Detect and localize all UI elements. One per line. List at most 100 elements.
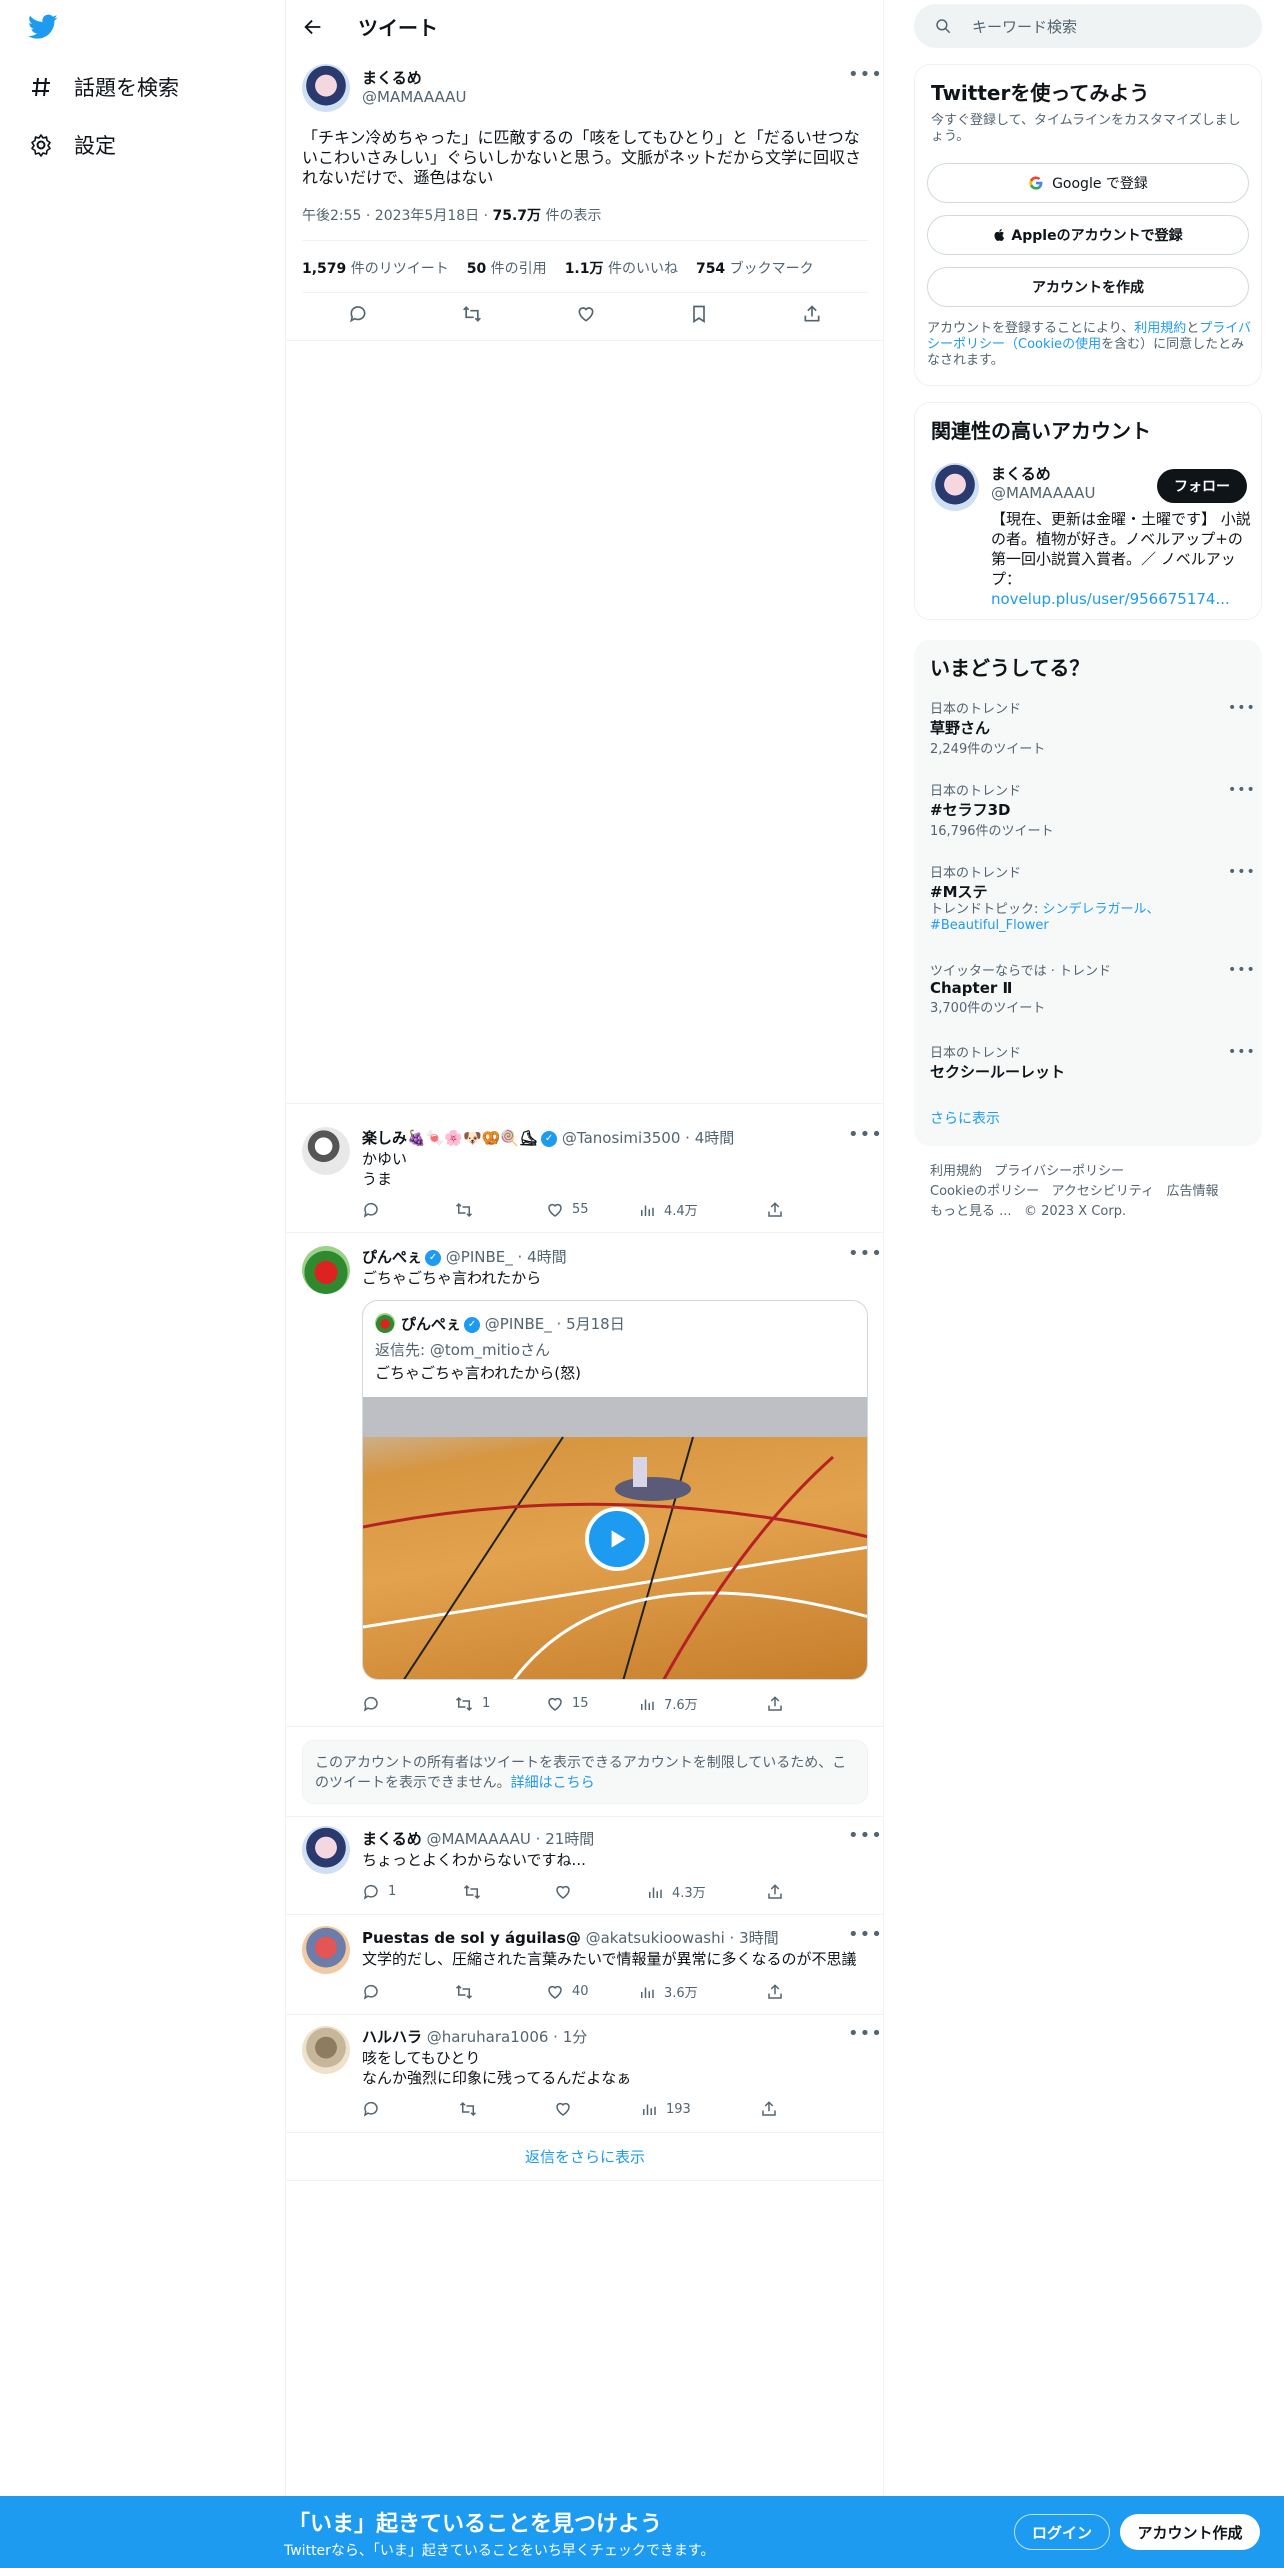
avatar[interactable] <box>931 463 979 511</box>
more-options-icon[interactable]: ••• <box>848 1243 883 1264</box>
like-button[interactable]: 40 <box>546 1983 638 2001</box>
reply-author-handle[interactable]: @MAMAAAAU <box>426 1830 530 1848</box>
avatar[interactable] <box>302 1926 350 1974</box>
trend-item[interactable]: 日本のトレンド セクシールーレット <box>930 1042 1246 1082</box>
retweet-button[interactable] <box>462 1883 554 1901</box>
views-button[interactable]: 4.4万 <box>638 1200 766 1219</box>
more-options-icon[interactable]: ••• <box>1228 1044 1256 1060</box>
author-name[interactable]: まくるめ <box>362 67 422 88</box>
more-options-icon[interactable]: ••• <box>1228 962 1256 978</box>
retweet-button[interactable] <box>454 1983 546 2001</box>
share-button[interactable] <box>766 1883 784 1901</box>
reply-author-name[interactable]: Puestas de sol y águilas@ <box>362 1929 581 1947</box>
apple-signup-button[interactable]: Appleのアカウントで登録 <box>927 215 1249 255</box>
trend-item[interactable]: 日本のトレンド #Mステ トレンドトピック: シンデレラガール、#Beautif… <box>930 862 1170 934</box>
bookmark-icon[interactable] <box>689 304 709 324</box>
reply-icon[interactable] <box>348 304 368 324</box>
retweets-stat[interactable]: 1,579 件のリツイート <box>302 258 449 278</box>
reply-author-handle[interactable]: @akatsukioowashi <box>586 1929 725 1947</box>
related-name[interactable]: まくるめ <box>991 463 1051 484</box>
quotes-stat[interactable]: 50 件の引用 <box>467 258 547 278</box>
reply-button[interactable] <box>362 1201 454 1219</box>
show-more-trends-link[interactable]: さらに表示 <box>930 1108 1000 1128</box>
footer-accessibility-link[interactable]: アクセシビリティ <box>1052 1184 1155 1199</box>
avatar[interactable] <box>302 1246 350 1294</box>
share-button[interactable] <box>760 2100 778 2118</box>
reply-time[interactable]: · 4時間 <box>513 1248 567 1266</box>
reply-author-handle[interactable]: @haruhara1006 <box>427 2028 549 2046</box>
reply-time[interactable]: · 21時間 <box>531 1830 595 1848</box>
views-button[interactable]: 193 <box>640 2100 760 2118</box>
bio-link[interactable]: novelup.plus/user/956675174... <box>991 590 1230 608</box>
footer-more-link[interactable]: もっと見る ... <box>930 1204 1012 1219</box>
retweet-button[interactable]: 1 <box>454 1695 546 1713</box>
back-arrow-icon[interactable] <box>302 16 324 38</box>
nav-settings[interactable]: 設定 <box>28 130 116 160</box>
footer-cookie-link[interactable]: Cookieのポリシー <box>930 1184 1039 1199</box>
follow-button[interactable]: フォロー <box>1157 469 1247 503</box>
more-options-icon[interactable]: ••• <box>848 64 883 85</box>
reply-time[interactable]: · 4時間 <box>680 1129 734 1147</box>
views-button[interactable]: 7.6万 <box>638 1694 766 1713</box>
reply-to-handle[interactable]: @tom_mitio <box>430 1341 520 1359</box>
trend-item[interactable]: ツイッターならでは · トレンド Chapter Ⅱ 3,700件のツイート <box>930 960 1246 1016</box>
reply-author-name[interactable]: 楽しみ🍇🍬🌸🐶🥨🍭⛸ <box>362 1129 538 1147</box>
share-icon[interactable] <box>802 304 822 324</box>
retweet-icon[interactable] <box>461 304 483 324</box>
google-signup-button[interactable]: Google で登録 <box>927 163 1249 203</box>
quote-tweet[interactable]: ぴんぺぇ ✓ @PINBE_ · 5月18日 返信先: @tom_mitioさん … <box>362 1300 868 1680</box>
reply-button[interactable]: 1 <box>362 1883 462 1901</box>
retweet-button[interactable] <box>458 2100 554 2118</box>
footer-terms-link[interactable]: 利用規約 <box>930 1164 982 1179</box>
views-button[interactable]: 3.6万 <box>638 1982 766 2001</box>
reply-time[interactable]: · 1分 <box>548 2028 587 2046</box>
share-button[interactable] <box>766 1983 784 2001</box>
more-options-icon[interactable]: ••• <box>848 2023 883 2044</box>
author-handle[interactable]: @MAMAAAAU <box>362 88 466 106</box>
trend-item[interactable]: 日本のトレンド 草野さん 2,249件のツイート <box>930 698 1246 757</box>
retweet-button[interactable] <box>454 1201 546 1219</box>
learn-more-link[interactable]: 詳細はこちら <box>511 1775 595 1791</box>
share-button[interactable] <box>766 1201 784 1219</box>
reply-author-handle[interactable]: @Tanosimi3500 <box>562 1129 681 1147</box>
reply-button[interactable] <box>362 1695 454 1713</box>
related-handle[interactable]: @MAMAAAAU <box>991 484 1095 502</box>
trend-item[interactable]: 日本のトレンド #セラフ3D 16,796件のツイート <box>930 780 1246 839</box>
like-button[interactable]: 15 <box>546 1695 638 1713</box>
nav-explore[interactable]: 話題を検索 <box>28 72 179 102</box>
reply-author-name[interactable]: ぴんぺぇ <box>362 1248 422 1266</box>
create-account-button[interactable]: アカウントを作成 <box>927 267 1249 307</box>
like-icon[interactable] <box>576 304 596 324</box>
play-icon[interactable] <box>585 1507 649 1571</box>
reply-author-name[interactable]: まくるめ <box>362 1830 422 1848</box>
more-options-icon[interactable]: ••• <box>848 1825 883 1846</box>
bookmarks-stat[interactable]: 754 ブックマーク <box>696 258 814 278</box>
avatar[interactable] <box>302 2026 350 2074</box>
like-button[interactable] <box>554 1883 646 1901</box>
video-thumbnail[interactable] <box>363 1397 867 1679</box>
footer-ads-link[interactable]: 広告情報 <box>1167 1184 1219 1199</box>
more-options-icon[interactable]: ••• <box>1228 782 1256 798</box>
login-button[interactable]: ログイン <box>1014 2514 1110 2550</box>
show-more-replies-link[interactable]: 返信をさらに表示 <box>286 2146 884 2167</box>
more-options-icon[interactable]: ••• <box>848 1924 883 1945</box>
search-box[interactable]: キーワード検索 <box>914 4 1262 48</box>
twitter-logo-icon[interactable] <box>28 14 62 44</box>
reply-author-handle[interactable]: @PINBE_ <box>446 1248 513 1266</box>
reply-button[interactable] <box>362 2100 458 2118</box>
signup-button[interactable]: アカウント作成 <box>1120 2514 1260 2550</box>
terms-link[interactable]: 利用規約 <box>1134 321 1186 336</box>
reply-button[interactable] <box>362 1983 454 2001</box>
footer-privacy-link[interactable]: プライバシーポリシー <box>994 1164 1124 1179</box>
more-options-icon[interactable]: ••• <box>1228 700 1256 716</box>
likes-stat[interactable]: 1.1万 件のいいね <box>565 258 678 278</box>
avatar[interactable] <box>302 64 350 112</box>
reply-time[interactable]: · 3時間 <box>725 1929 779 1947</box>
avatar[interactable] <box>302 1826 350 1874</box>
avatar[interactable] <box>302 1127 350 1175</box>
views-button[interactable]: 4.3万 <box>646 1882 766 1901</box>
more-options-icon[interactable]: ••• <box>848 1124 883 1145</box>
reply-author-name[interactable]: ハルハラ <box>362 2028 422 2046</box>
like-button[interactable] <box>554 2100 640 2118</box>
tweet-timestamp[interactable]: 午後2:55 · 2023年5月18日 · <box>302 208 493 224</box>
